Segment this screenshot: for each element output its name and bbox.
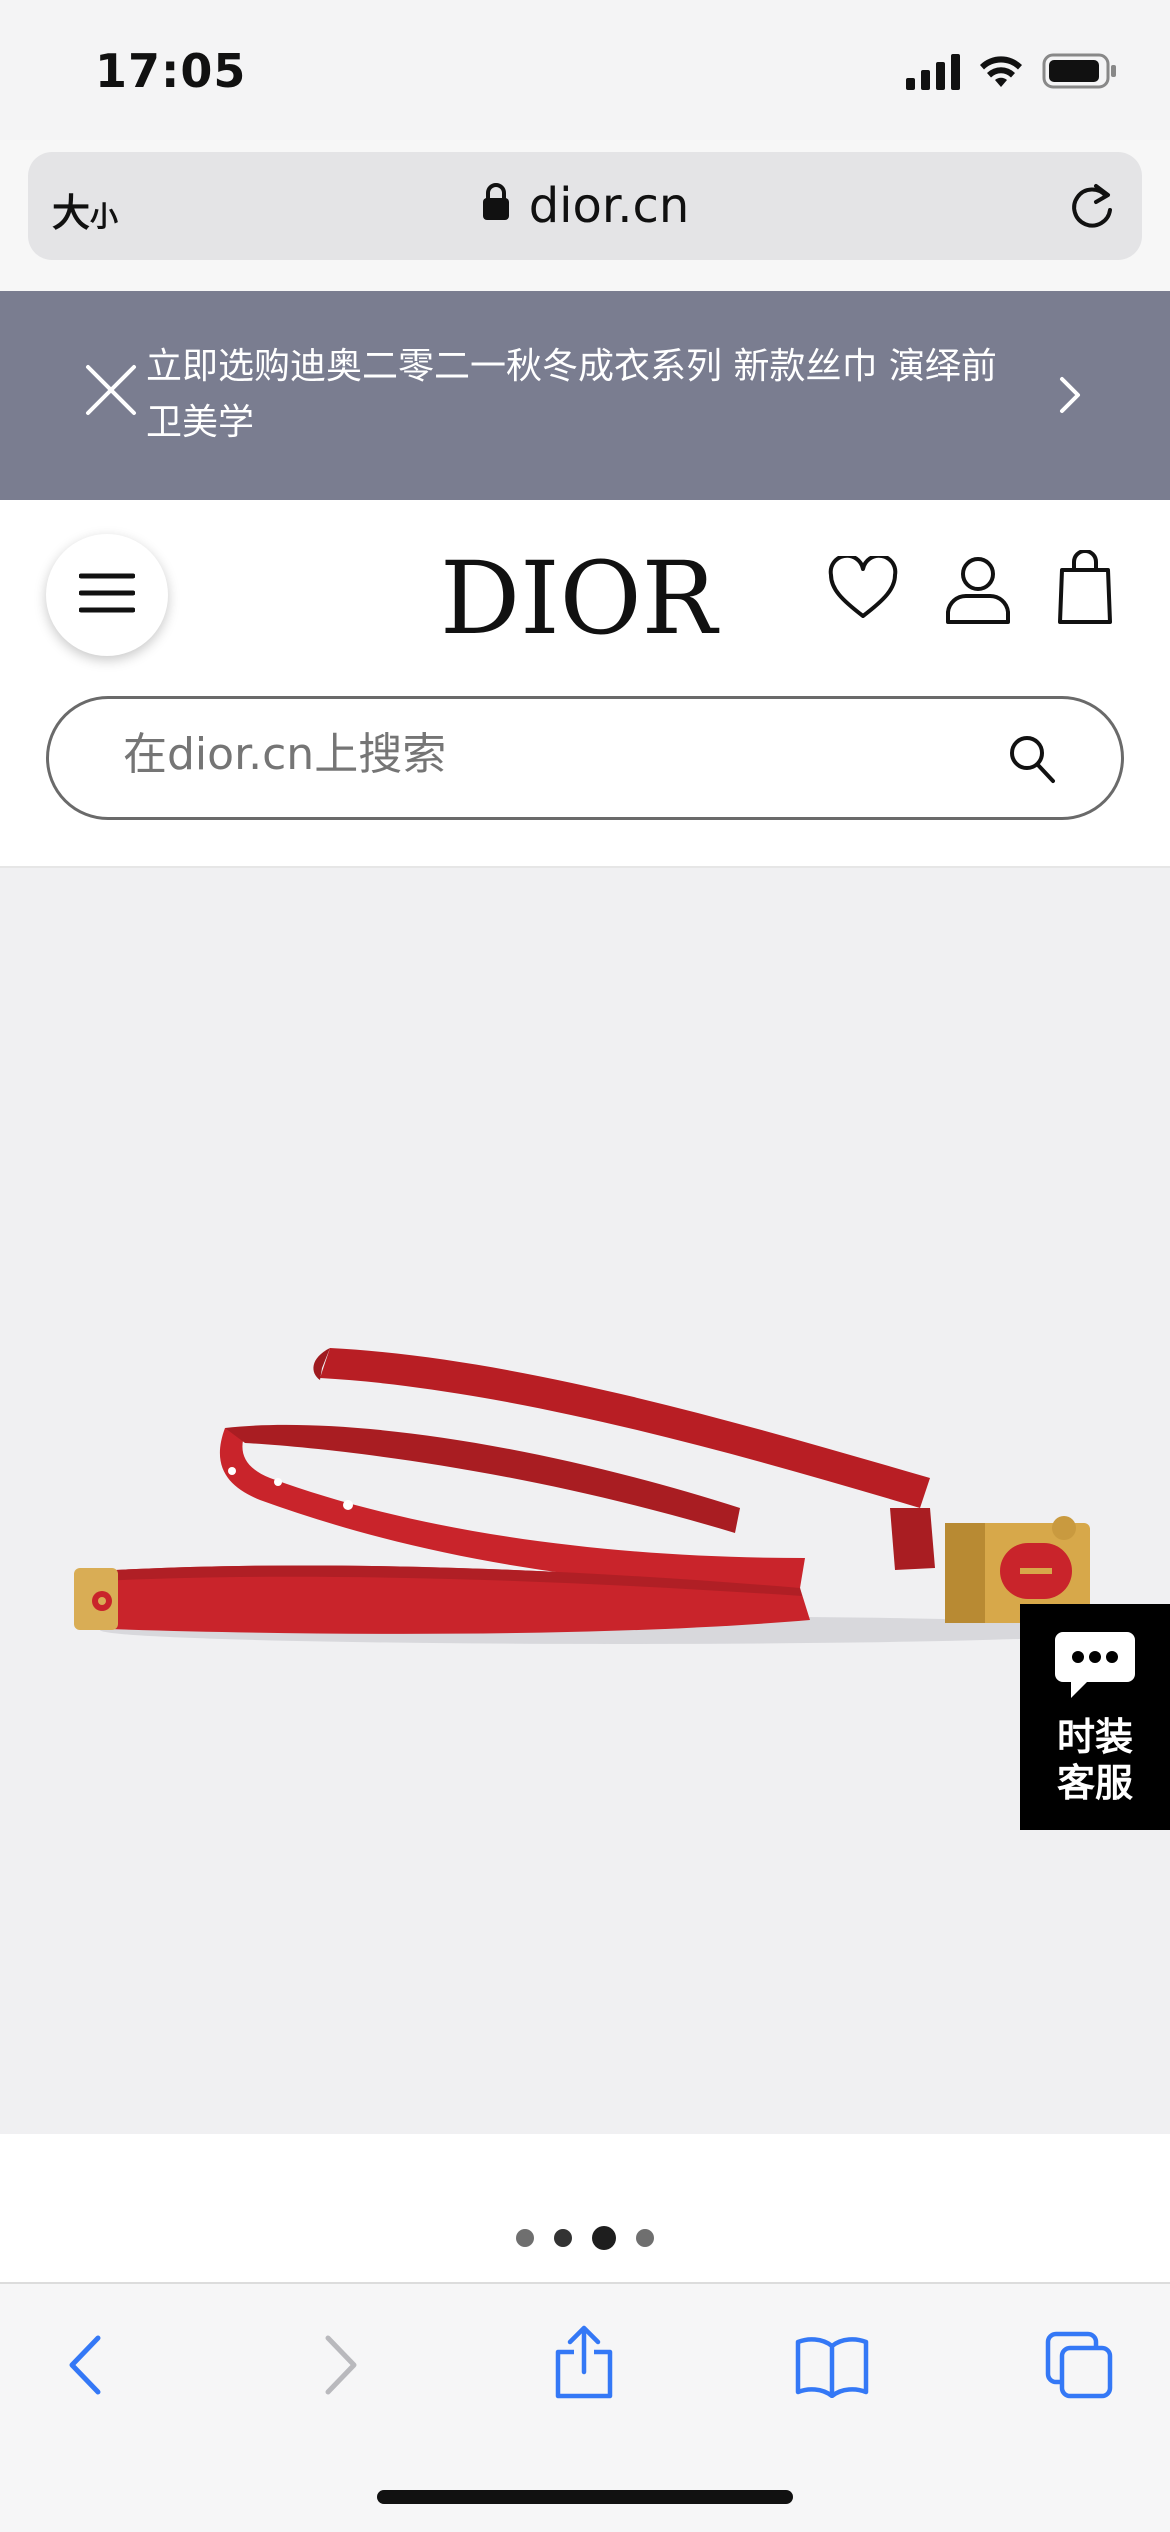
chevron-right-icon	[318, 2335, 362, 2402]
menu-button[interactable]	[46, 534, 168, 656]
chat-label-line2: 客服	[1056, 1761, 1133, 1805]
url-display[interactable]: dior.cn	[28, 178, 1142, 234]
chat-label-line1: 时装	[1056, 1715, 1133, 1759]
share-icon	[552, 2325, 616, 2404]
carousel-dot[interactable]	[636, 2229, 654, 2247]
search-input[interactable]	[123, 729, 1003, 780]
address-bar[interactable]: 大小 dior.cn	[28, 152, 1142, 260]
product-image-carousel[interactable]	[0, 868, 1170, 2134]
carousel-dot[interactable]	[554, 2229, 572, 2247]
chevron-right-icon[interactable]	[1058, 375, 1082, 419]
forward-button[interactable]	[318, 2332, 362, 2402]
search-icon[interactable]	[1007, 733, 1057, 789]
close-icon[interactable]	[84, 363, 138, 421]
search-box[interactable]	[46, 696, 1124, 820]
shopping-bag-icon[interactable]	[1058, 549, 1112, 628]
book-icon	[794, 2337, 870, 2402]
carousel-section	[0, 2134, 1170, 2284]
carousel-dot-active[interactable]	[592, 2226, 616, 2250]
wifi-icon	[978, 53, 1024, 89]
back-button[interactable]	[64, 2332, 108, 2402]
dior-logo[interactable]: DIOR	[440, 540, 717, 657]
site-header: DIOR	[0, 500, 1170, 868]
share-button[interactable]	[552, 2324, 616, 2404]
cellular-signal-icon	[906, 52, 960, 90]
account-icon[interactable]	[944, 556, 1012, 628]
fashion-support-chat-button[interactable]: 时装 客服	[1020, 1604, 1170, 1830]
chevron-left-icon	[64, 2335, 108, 2402]
chat-bubble-icon	[1053, 1628, 1137, 1706]
reload-icon[interactable]	[1066, 180, 1118, 236]
tabs-icon	[1044, 2331, 1114, 2404]
battery-icon	[1042, 52, 1118, 90]
bookmarks-button[interactable]	[794, 2334, 870, 2402]
lock-icon	[481, 178, 511, 234]
status-bar: 17:05	[0, 0, 1170, 140]
promo-banner[interactable]: 立即选购迪奥二零二一秋冬成衣系列 新款丝巾 演绎前卫美学	[0, 291, 1170, 500]
status-time: 17:05	[95, 44, 247, 98]
url-domain: dior.cn	[528, 178, 690, 234]
carousel-dot[interactable]	[516, 2229, 534, 2247]
home-indicator[interactable]	[377, 2490, 793, 2504]
promo-text[interactable]: 立即选购迪奥二零二一秋冬成衣系列 新款丝巾 演绎前卫美学	[146, 339, 1006, 451]
carousel-pagination[interactable]	[0, 2226, 1170, 2250]
tabs-button[interactable]	[1044, 2330, 1114, 2404]
heart-icon[interactable]	[828, 553, 898, 624]
red-belt-product-image	[74, 1348, 1140, 1644]
hamburger-icon	[78, 571, 136, 619]
status-icons	[906, 52, 1118, 90]
chat-label: 时装 客服	[1020, 1714, 1170, 1806]
